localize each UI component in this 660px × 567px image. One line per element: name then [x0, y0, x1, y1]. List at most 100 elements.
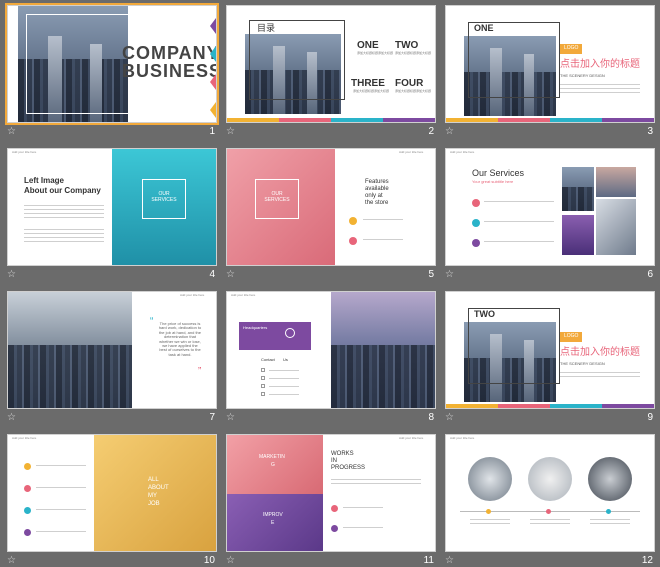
slide-header: Add your title here: [399, 150, 424, 154]
features-line: only at: [365, 193, 383, 199]
slide-thumb-5[interactable]: OUR SERVICES Add your title here Feature…: [226, 148, 436, 291]
slide-thumb-6[interactable]: Add your title here Our Services Your gr…: [445, 148, 655, 291]
animation-star-icon[interactable]: ☆: [7, 412, 16, 424]
animation-star-icon[interactable]: ☆: [7, 269, 16, 281]
animation-star-icon[interactable]: ☆: [445, 126, 454, 138]
photo: [596, 199, 636, 255]
text-line: [36, 487, 86, 488]
photo: [562, 167, 594, 211]
bullet-icon: [331, 505, 338, 512]
slide-number: 12: [641, 555, 653, 566]
slide-11[interactable]: MARKETIN G IMPROV E Add your title here …: [226, 434, 436, 552]
text-line: [343, 527, 383, 528]
slide-12[interactable]: Add your title here: [445, 434, 655, 552]
slide-thumb-7[interactable]: Add your title here “ The price of succe…: [7, 291, 217, 434]
frame: [26, 14, 136, 114]
photo: [596, 167, 636, 197]
slide-8[interactable]: Add your title here Headquarters Contact…: [226, 291, 436, 409]
contact-icon: [261, 392, 265, 396]
slide-thumb-3[interactable]: ONE LOGO 点击加入你的标题 THE SCENERY DESIGN ☆ 3: [445, 5, 655, 148]
slide-thumb-12[interactable]: Add your title here ☆ 12: [445, 434, 655, 567]
color-strip: [383, 118, 435, 122]
text-line: [530, 519, 570, 520]
text-line: [269, 370, 299, 371]
slide-number: 3: [647, 126, 653, 137]
animation-star-icon[interactable]: ☆: [7, 126, 16, 138]
slide-number: 5: [428, 269, 434, 280]
job-text: JOB: [148, 501, 160, 507]
marketing-text: MARKETIN: [259, 454, 285, 460]
color-strip: [498, 118, 550, 122]
slide-7[interactable]: Add your title here “ The price of succe…: [7, 291, 217, 409]
contact-label: Contact: [261, 357, 275, 362]
text-line: [269, 394, 299, 395]
slide-6[interactable]: Add your title here Our Services Your gr…: [445, 148, 655, 266]
toc-three: THREE: [351, 78, 385, 89]
slide-4[interactable]: Add your title here Left Image About our…: [7, 148, 217, 266]
slide-number: 11: [423, 555, 434, 566]
animation-star-icon[interactable]: ☆: [445, 412, 454, 424]
text-line: [484, 201, 554, 202]
slide-1[interactable]: COMPANY BUSINESS: [5, 3, 219, 125]
color-strip: [227, 118, 279, 122]
about-text: ABOUT: [148, 485, 169, 491]
slide-5[interactable]: OUR SERVICES Add your title here Feature…: [226, 148, 436, 266]
animation-star-icon[interactable]: ☆: [226, 126, 235, 138]
slide-header: Add your title here: [450, 436, 475, 440]
features-line: available: [365, 186, 389, 192]
text-line: [343, 507, 383, 508]
text-line: [484, 221, 554, 222]
my-text: MY: [148, 493, 157, 499]
color-strip: [498, 404, 550, 408]
slide-thumb-4[interactable]: Add your title here Left Image About our…: [7, 148, 217, 291]
slide-thumb-11[interactable]: MARKETIN G IMPROV E Add your title here …: [226, 434, 436, 567]
text-line: [590, 519, 630, 520]
animation-star-icon[interactable]: ☆: [445, 269, 454, 281]
text-line: [560, 84, 640, 85]
toc-title: 目录: [257, 23, 276, 33]
toc-one: ONE: [357, 40, 379, 51]
color-strip: [446, 118, 498, 122]
logo-text: LOGO: [564, 45, 579, 51]
slide-thumb-8[interactable]: Add your title here Headquarters Contact…: [226, 291, 436, 434]
animation-star-icon[interactable]: ☆: [226, 555, 235, 567]
text-line: [269, 386, 299, 387]
animation-star-icon[interactable]: ☆: [7, 555, 16, 567]
slide-header: Add your title here: [399, 436, 424, 440]
color-strip: [331, 118, 383, 122]
animation-star-icon[interactable]: ☆: [226, 269, 235, 281]
purple-photo: [227, 494, 323, 551]
text-line: [560, 92, 640, 93]
text-line: [24, 217, 104, 218]
bullet-icon: [24, 529, 31, 536]
toc-two: TWO: [395, 40, 419, 51]
text-line: [24, 209, 104, 210]
slide-header: Add your title here: [180, 293, 205, 297]
quote-text: The price of success is hard work, dedic…: [158, 321, 202, 357]
animation-star-icon[interactable]: ☆: [445, 555, 454, 567]
slide-number: 8: [428, 412, 434, 423]
slide-10[interactable]: Add your title here ALL ABOUT MY JOB: [7, 434, 217, 552]
slide-thumb-10[interactable]: Add your title here ALL ABOUT MY JOB ☆ 10: [7, 434, 217, 567]
text-line: [24, 205, 104, 206]
slide-number: 1: [209, 126, 215, 137]
slide-thumb-2[interactable]: 目录 ONE TWO 添加大标题标题添加大标题 添加大标题标题添加大标题 THR…: [226, 5, 436, 148]
slide-3[interactable]: ONE LOGO 点击加入你的标题 THE SCENERY DESIGN: [445, 5, 655, 123]
contact-icon: [261, 376, 265, 380]
slide-number: 10: [203, 555, 215, 566]
us-label: Us: [283, 357, 288, 362]
slide-thumb-1[interactable]: COMPANY BUSINESS ☆ 1: [5, 3, 219, 148]
accent-triangle: [210, 18, 216, 34]
progress-text: PROGRESS: [331, 465, 366, 471]
slide-9[interactable]: TWO LOGO 点击加入你的标题 THE SCENERY DESIGN: [445, 291, 655, 409]
accent-triangle: [210, 74, 216, 90]
subtitle: THE SCENERY DESIGN: [560, 73, 605, 78]
text-line: [36, 465, 86, 466]
bullet-icon: [472, 239, 480, 247]
business-text: BUSINESS: [122, 61, 217, 81]
bullet-icon: [24, 485, 31, 492]
slide-2[interactable]: 目录 ONE TWO 添加大标题标题添加大标题 添加大标题标题添加大标题 THR…: [226, 5, 436, 123]
slide-thumb-9[interactable]: TWO LOGO 点击加入你的标题 THE SCENERY DESIGN ☆ 9: [445, 291, 655, 434]
text-line: [269, 378, 299, 379]
animation-star-icon[interactable]: ☆: [226, 412, 235, 424]
